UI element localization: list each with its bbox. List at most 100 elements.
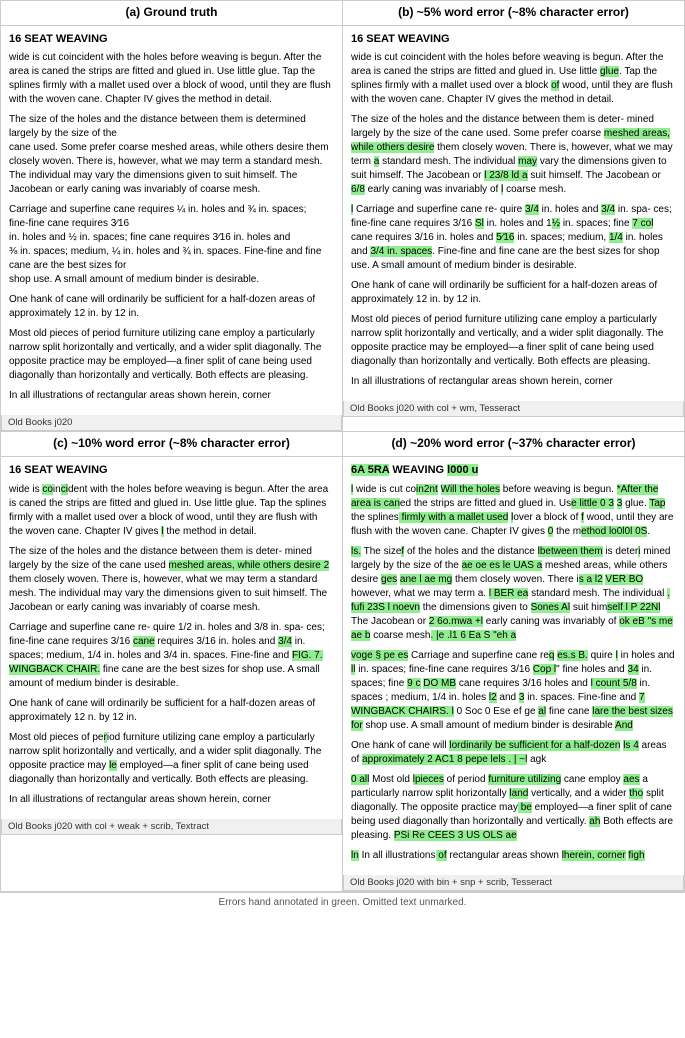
err-c-2: ci xyxy=(61,484,68,495)
err-d-15: lbetween them xyxy=(538,546,603,557)
err-d-2: in2nt xyxy=(416,484,438,495)
panel-a-p3: Carriage and superfine cane requires ¼ i… xyxy=(9,203,334,287)
err-d-19: ane l ae mg xyxy=(400,574,452,585)
err-d-36: 9 c xyxy=(407,678,420,689)
panel-b-p4: One hank of cane will ordinarily be suff… xyxy=(351,279,676,307)
err-d-44: And xyxy=(615,720,633,731)
panel-c-title: (c) ~10% word error (~8% character error… xyxy=(1,432,342,456)
panel-d-p5: 0 all Most old lpieces of period furnitu… xyxy=(351,773,676,843)
panel-d-label: Old Books j020 with bin + snp + scrib, T… xyxy=(343,875,684,891)
panel-a-p5: Most old pieces of period furniture util… xyxy=(9,327,334,383)
panel-b-title: (b) ~5% word error (~8% character error) xyxy=(343,1,684,25)
panel-c-content: 16 SEAT WEAVING wide is coincident with … xyxy=(1,456,342,818)
err-d-h2: l000 u xyxy=(447,464,478,476)
err-d-26: 2 6o.mwa +l xyxy=(429,616,483,627)
err-b-10: 3/4 xyxy=(525,204,539,215)
err-d-60: figh xyxy=(628,850,644,861)
err-d-52: land xyxy=(509,788,528,799)
err-b-9: l xyxy=(351,204,353,215)
err-d-55: ah xyxy=(589,816,600,827)
err-d-5: e little 0 3 xyxy=(571,498,614,509)
panel-a-label: Old Books j020 xyxy=(1,415,342,431)
panel-d-p4: One hank of cane will lordinarily be suf… xyxy=(351,739,676,767)
err-d-54: be xyxy=(518,802,532,813)
err-d-1: l xyxy=(351,484,353,495)
err-d-53: tho xyxy=(629,788,643,799)
err-d-35: 34 xyxy=(628,664,639,675)
panel-a-title: (a) Ground truth xyxy=(1,1,342,25)
err-b-11: 3/4 xyxy=(601,204,615,215)
err-d-38: l count 5/8 xyxy=(591,678,637,689)
panel-b-heading: 16 SEAT WEAVING xyxy=(351,32,676,47)
err-d-28: . |e .l1 6 Ea S "eh a xyxy=(431,630,517,641)
panel-a-p4: One hank of cane will ordinarily be suff… xyxy=(9,293,334,321)
err-d-42: al xyxy=(538,706,546,717)
panel-d-p2: ls. The sizef of the holes and the dista… xyxy=(351,545,676,643)
err-c-8: r xyxy=(104,732,107,743)
err-c-4: meshed areas, while others desire 2 xyxy=(169,560,330,571)
err-b-5: may xyxy=(518,156,537,167)
err-d-39: l2 xyxy=(489,692,497,703)
panel-b-p2: The size of the holes and the distance b… xyxy=(351,113,676,197)
panel-c-p1: wide is coincident with the holes before… xyxy=(9,483,334,539)
err-d-48: 0 all xyxy=(351,774,369,785)
panel-b-p3: l Carriage and superfine cane re- quire … xyxy=(351,203,676,273)
err-d-58: of xyxy=(436,850,447,861)
err-b-4: a xyxy=(374,156,380,167)
panel-c-label: Old Books j020 with col + weak + scrib, … xyxy=(1,819,342,835)
err-d-7: Tap xyxy=(649,498,665,509)
err-d-49: lpieces xyxy=(413,774,444,785)
err-d-32: l xyxy=(616,650,618,661)
panel-c-heading: 16 SEAT WEAVING xyxy=(9,463,334,478)
err-b-6: l 23/8 ld a xyxy=(484,170,527,181)
panel-c-p2: The size of the holes and the distance b… xyxy=(9,545,334,615)
panel-a-content: 16 SEAT WEAVING wide is cut coincident w… xyxy=(1,25,342,415)
err-d-57: ln xyxy=(351,850,359,861)
err-b-14: 7 col xyxy=(632,218,653,229)
panel-d-p6: ln In all illustrations of rectangular a… xyxy=(351,849,676,863)
panel-b-content: 16 SEAT WEAVING wide is cut coincident w… xyxy=(343,25,684,401)
err-d-40: 3 xyxy=(519,692,525,703)
err-c-1: co xyxy=(42,484,53,495)
err-d-56: PSi Re CEES 3 US OLS ae xyxy=(394,830,517,841)
err-d-h1: 6A 5RA xyxy=(351,464,389,476)
panel-b-label: Old Books j020 with col + wm, Tesseract xyxy=(343,401,684,417)
err-d-46: ls 4 xyxy=(623,740,639,751)
err-d-8: firmly with a mallet used xyxy=(399,512,508,523)
err-c-3: l xyxy=(161,526,163,537)
panel-d-p3: voge § pe es Carriage and superfine cane… xyxy=(351,649,676,733)
err-b-12: Sl xyxy=(475,218,484,229)
err-d-20: s a l2 xyxy=(579,574,603,585)
err-d-30: q xyxy=(549,650,555,661)
panel-c-p6: In all illustrations of rectangular area… xyxy=(9,793,334,807)
err-d-45: lordinarily be sufficient for a half-doz… xyxy=(449,740,620,751)
panel-d-heading: 6A 5RA WEAVING l000 u xyxy=(351,463,676,478)
panel-d-title: (d) ~20% word error (~37% character erro… xyxy=(343,432,684,456)
main-container: (a) Ground truth 16 SEAT WEAVING wide is… xyxy=(0,0,685,912)
err-b-8: l xyxy=(501,184,503,195)
err-b-15: 5⁄16 xyxy=(496,232,514,243)
panel-b-p5: Most old pieces of period furniture util… xyxy=(351,313,676,369)
err-b-7: 6/8 xyxy=(351,184,365,195)
err-b-13: ½ xyxy=(552,218,560,229)
top-row: (a) Ground truth 16 SEAT WEAVING wide is… xyxy=(0,0,685,431)
panel-c-p4: One hank of cane will ordinarily be suff… xyxy=(9,697,334,725)
panel-d-p1: l wide is cut coin2nt Will the holes bef… xyxy=(351,483,676,539)
err-b-1: glue xyxy=(600,66,619,77)
err-c-5: cane xyxy=(133,636,155,647)
err-d-21: VER BO xyxy=(605,574,643,585)
panel-a-p1: wide is cut coincident with the holes be… xyxy=(9,51,334,107)
err-d-9: l xyxy=(511,512,513,523)
err-d-12: ethod lo0l0l 0S xyxy=(581,526,647,537)
panel-c-p3: Carriage and superfine cane re- quire 1/… xyxy=(9,621,334,691)
err-d-13: ls. xyxy=(351,546,361,557)
panel-b-p1: wide is cut coincident with the holes be… xyxy=(351,51,676,107)
err-d-31: es.s B. xyxy=(557,650,588,661)
err-d-29: voge § pe es xyxy=(351,650,408,661)
err-d-16: i xyxy=(638,546,640,557)
err-d-3: Will the holes xyxy=(441,484,500,495)
panel-b-p6: In all illustrations of rectangular area… xyxy=(351,375,676,389)
err-d-17: ae oe es le UAS a xyxy=(462,560,543,571)
err-d-25: self l P 22Nl xyxy=(607,602,660,613)
panel-a-p6: In all illustrations of rectangular area… xyxy=(9,389,334,403)
